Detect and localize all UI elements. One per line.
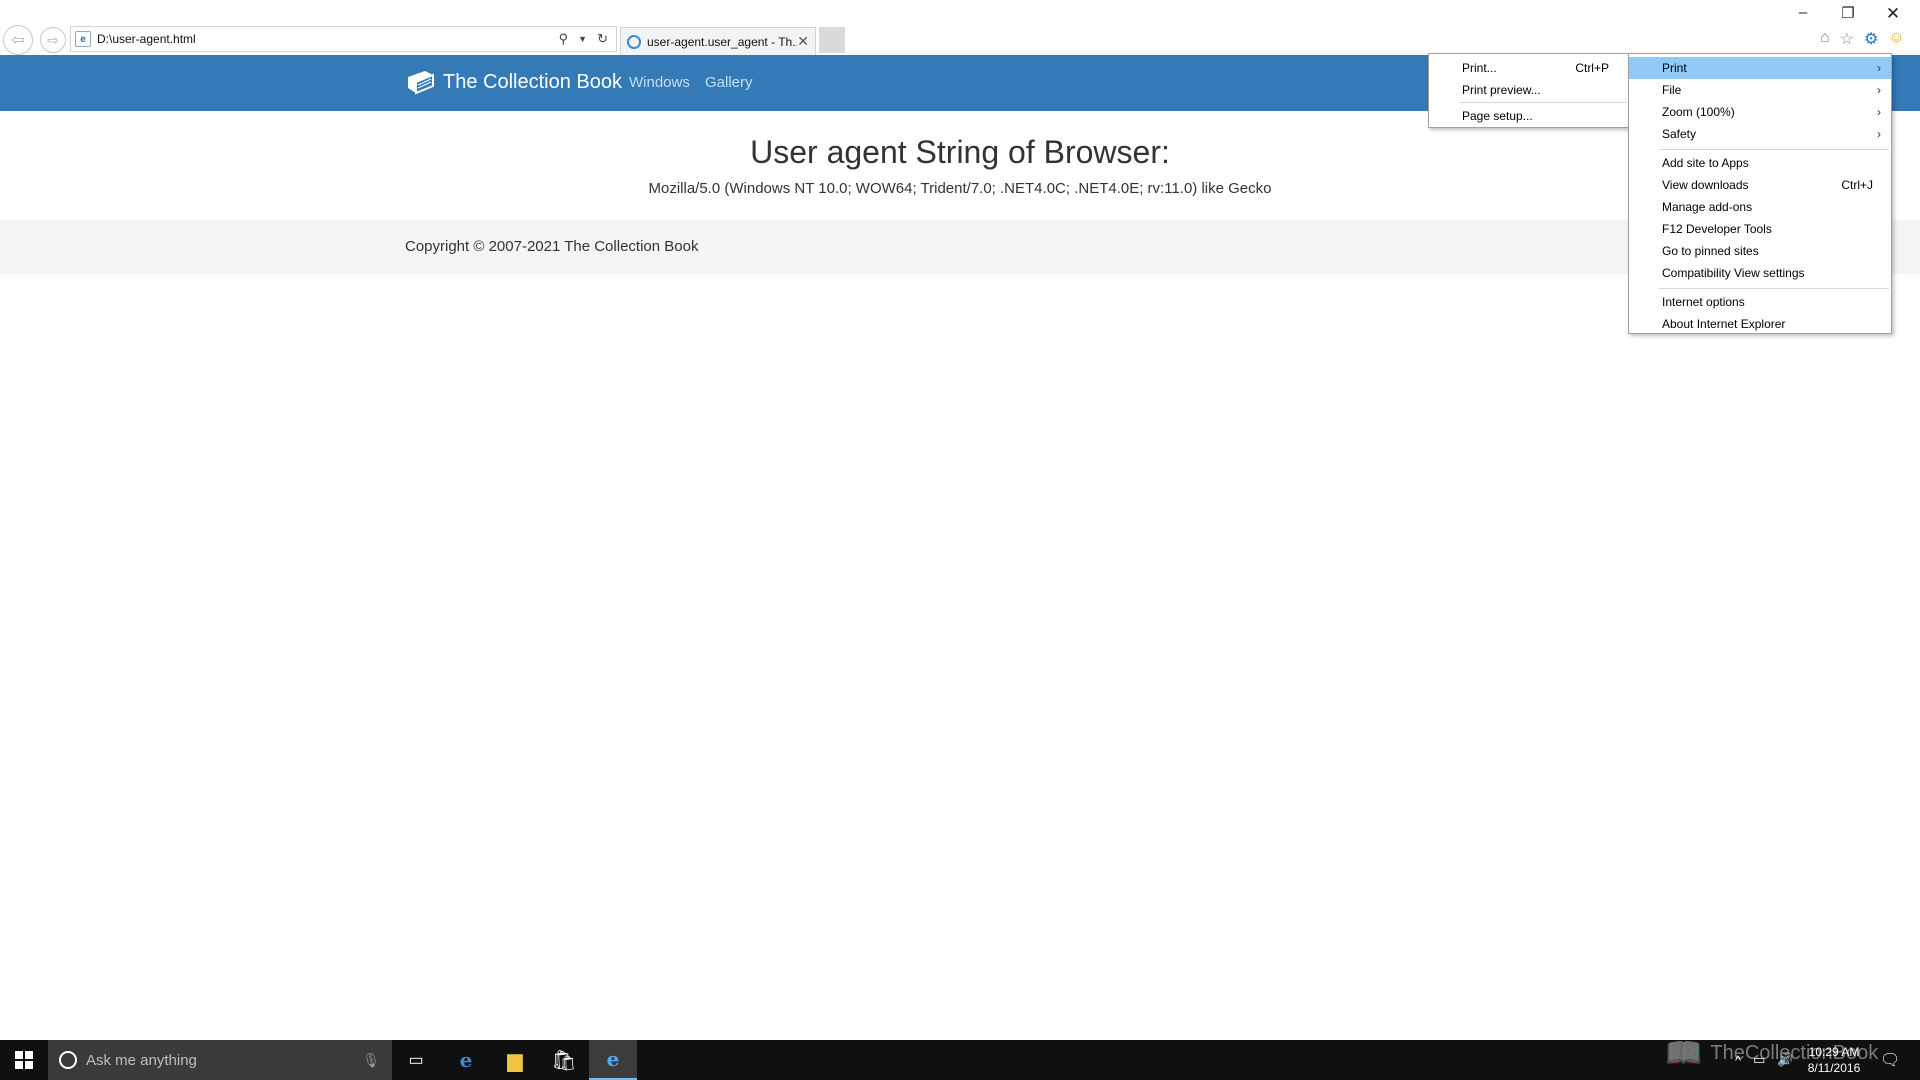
star-icon[interactable]: ☆: [1840, 29, 1854, 49]
menu-separator: [1659, 149, 1889, 150]
store-icon[interactable]: 🛍: [540, 1040, 588, 1080]
menu-item-print[interactable]: Print... Ctrl+P: [1429, 57, 1629, 79]
internet-explorer-tab-icon: [627, 34, 641, 49]
address-bar[interactable]: e D:\user-agent.html ⚲ ▼ ↻: [70, 26, 617, 52]
copyright-text: Copyright © 2007-2021 The Collection Boo…: [405, 238, 699, 255]
watermark-text: TheCollectionBook: [1710, 1042, 1879, 1064]
tab-close-icon[interactable]: ✕: [797, 33, 809, 50]
nav-link-gallery[interactable]: Gallery: [705, 74, 753, 91]
menu-item-file[interactable]: File ›: [1629, 79, 1891, 101]
gear-icon[interactable]: ⚙: [1864, 29, 1878, 49]
task-view-icon[interactable]: ▭: [392, 1040, 440, 1080]
file-explorer-icon[interactable]: ▆: [491, 1040, 539, 1080]
taskbar: Ask me anything 🎙 ▭ e ▆ 🛍 e ^ ▭ 🔊 10:29 …: [0, 1040, 1920, 1080]
menu-item-compatibility-view[interactable]: Compatibility View settings: [1629, 262, 1891, 284]
menu-item-about-ie[interactable]: About Internet Explorer: [1629, 313, 1891, 335]
back-button[interactable]: ⇦: [3, 25, 33, 55]
notification-icon[interactable]: 🗨: [1880, 1050, 1900, 1070]
menu-item-view-downloads[interactable]: View downloads Ctrl+J: [1629, 174, 1891, 196]
menu-item-print-preview[interactable]: Print preview...: [1429, 79, 1629, 101]
menu-item-manage-addons[interactable]: Manage add-ons: [1629, 196, 1891, 218]
internet-explorer-icon[interactable]: e: [589, 1040, 637, 1080]
address-input[interactable]: D:\user-agent.html: [97, 32, 559, 46]
chevron-right-icon: ›: [1877, 105, 1881, 119]
menu-item-safety[interactable]: Safety ›: [1629, 123, 1891, 145]
print-submenu: Print... Ctrl+P Print preview... Page se…: [1428, 53, 1630, 128]
brand[interactable]: The Collection Book: [405, 69, 622, 95]
new-tab-button[interactable]: [819, 27, 845, 53]
chevron-right-icon: ›: [1877, 127, 1881, 141]
nav-link-windows[interactable]: Windows: [629, 74, 690, 91]
tab-user-agent[interactable]: user-agent.user_agent - Th... ✕: [620, 27, 816, 55]
menu-item-page-setup[interactable]: Page setup...: [1429, 105, 1629, 127]
refresh-icon[interactable]: ↻: [597, 31, 608, 47]
restore-button[interactable]: ❐: [1828, 4, 1868, 22]
book-logo-icon: [408, 71, 434, 95]
edge-icon[interactable]: e: [442, 1040, 490, 1080]
home-icon[interactable]: ⌂: [1820, 29, 1830, 49]
close-window-button[interactable]: ✕: [1873, 4, 1913, 24]
microphone-icon[interactable]: 🎙: [362, 1052, 380, 1069]
menu-separator: [1659, 288, 1889, 289]
page-icon: e: [75, 31, 91, 47]
menu-item-internet-options[interactable]: Internet options: [1629, 291, 1891, 313]
dropdown-icon[interactable]: ▼: [578, 34, 587, 44]
tools-menu: Print › File › Zoom (100%) › Safety › Ad…: [1628, 53, 1892, 334]
windows-logo-icon: [15, 1051, 33, 1069]
menu-item-zoom[interactable]: Zoom (100%) ›: [1629, 101, 1891, 123]
start-button[interactable]: [0, 1040, 48, 1080]
tab-title: user-agent.user_agent - Th...: [647, 34, 798, 49]
menu-item-pinned-sites[interactable]: Go to pinned sites: [1629, 240, 1891, 262]
browser-chrome: ⇦ ⇨ e D:\user-agent.html ⚲ ▼ ↻ user-agen…: [0, 0, 1920, 55]
forward-button[interactable]: ⇨: [40, 27, 66, 53]
watermark-book-icon: 📖: [1665, 1037, 1703, 1070]
menu-item-add-site-to-apps[interactable]: Add site to Apps: [1629, 152, 1891, 174]
forward-arrow-icon: ⇨: [47, 31, 59, 48]
smile-icon[interactable]: ☺: [1888, 29, 1904, 49]
menu-item-print-sub[interactable]: Print ›: [1629, 57, 1891, 79]
cortana-search-box[interactable]: Ask me anything 🎙: [48, 1040, 392, 1080]
brand-name: The Collection Book: [443, 70, 622, 93]
minimize-button[interactable]: –: [1783, 4, 1823, 21]
cortana-icon: [59, 1051, 77, 1069]
search-input[interactable]: Ask me anything: [86, 1052, 362, 1069]
toolbar-icons: ⌂ ☆ ⚙ ☺: [1820, 29, 1905, 49]
menu-item-f12-dev-tools[interactable]: F12 Developer Tools: [1629, 218, 1891, 240]
back-arrow-icon: ⇦: [11, 32, 25, 49]
search-icon[interactable]: ⚲: [559, 31, 569, 47]
menu-separator: [1459, 102, 1627, 103]
chevron-right-icon: ›: [1877, 61, 1881, 75]
watermark: 📖 TheCollectionBook: [1665, 1036, 1878, 1071]
chevron-right-icon: ›: [1877, 83, 1881, 97]
